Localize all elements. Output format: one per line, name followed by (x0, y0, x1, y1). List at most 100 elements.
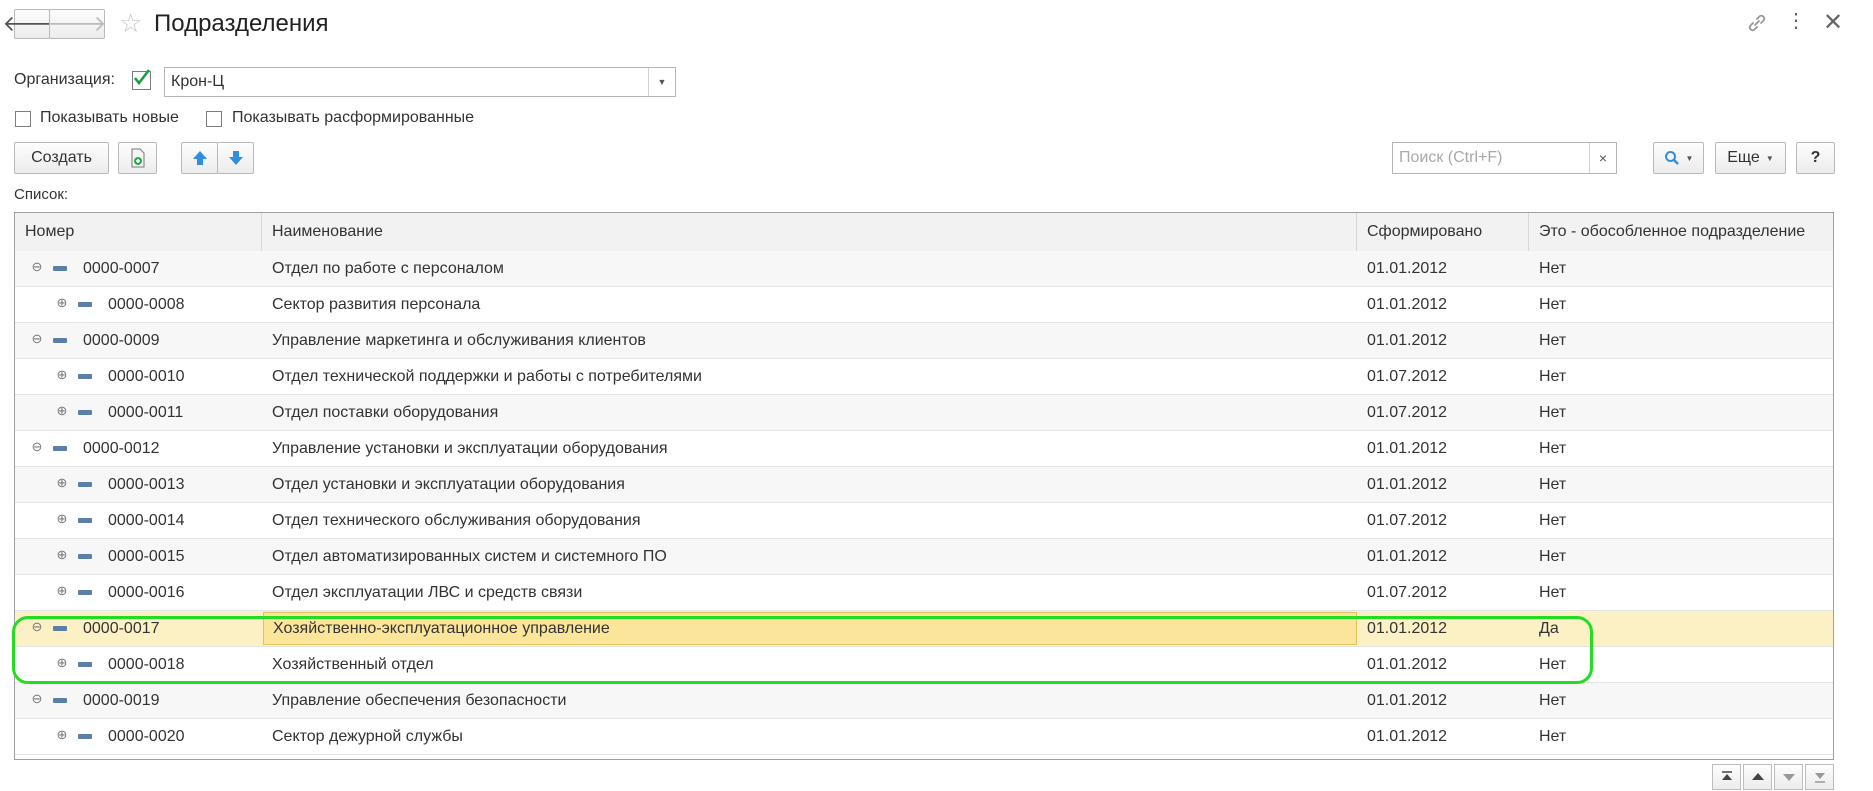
last-icon (1814, 773, 1825, 783)
first-row-button[interactable] (1712, 764, 1741, 790)
more-button[interactable]: Еще ▼ (1715, 142, 1786, 174)
table-row[interactable]: ⊕ 0000-0008 Сектор развития персонала 01.01… (15, 287, 1833, 323)
column-header-separate[interactable]: Это - обособленное подразделение (1529, 213, 1833, 251)
cell-name: Управление маркетинга и обслуживания кли… (272, 332, 646, 349)
department-icon (78, 410, 92, 415)
last-row-button[interactable] (1805, 764, 1834, 790)
expand-icon[interactable]: ⊕ (55, 296, 69, 310)
organization-field[interactable]: Крон-Ц ▼ (164, 67, 676, 97)
prev-row-button[interactable] (1743, 764, 1772, 790)
link-icon[interactable] (1744, 10, 1770, 36)
cell-number: 0000-0012 (83, 440, 160, 457)
department-icon (78, 554, 92, 559)
close-icon[interactable]: ✕ (1823, 8, 1843, 37)
search-input[interactable]: Поиск (Ctrl+F) × (1392, 142, 1617, 174)
search-icon (1664, 151, 1679, 165)
show-new-label: Показывать новые (40, 109, 179, 126)
back-button[interactable]: 🡐 (3, 9, 62, 39)
organization-value: Крон-Ц (171, 73, 225, 90)
move-up-button[interactable] (181, 142, 218, 174)
table-row[interactable]: ⊖ 0000-0012 Управление установки и эксплуа… (15, 431, 1833, 467)
cell-number: 0000-0015 (108, 548, 185, 565)
search-placeholder: Поиск (Ctrl+F) (1399, 149, 1503, 166)
create-button[interactable]: Создать (14, 142, 109, 174)
expand-icon[interactable]: ⊕ (55, 584, 69, 598)
table-row[interactable]: ⊖ 0000-0019 Управление обеспечения безопас… (15, 683, 1833, 719)
organization-dropdown-button[interactable]: ▼ (648, 68, 675, 96)
department-icon (53, 446, 67, 451)
cell-name: Сектор дежурной службы (272, 728, 463, 745)
cell-separate: Нет (1539, 476, 1567, 493)
organization-checkbox[interactable] (132, 69, 151, 90)
search-clear-button[interactable]: × (1589, 143, 1616, 173)
chevron-down-icon: ▼ (657, 77, 667, 87)
table-row[interactable]: ⊕ 0000-0015 Отдел автоматизированных систе… (15, 539, 1833, 575)
table-row[interactable]: ⊖ 0000-0007 Отдел по работе с персоналом 01… (15, 251, 1833, 287)
show-disbanded-checkbox[interactable] (206, 111, 222, 127)
search-options-button[interactable]: ▼ (1653, 142, 1704, 174)
cell-formed: 01.07.2012 (1367, 584, 1448, 601)
table-row[interactable]: ⊕ 0000-0014 Отдел технического обслуживани… (15, 503, 1833, 539)
organization-label: Организация: (14, 71, 115, 88)
expand-icon[interactable]: ⊕ (55, 548, 69, 562)
next-row-button[interactable] (1774, 764, 1803, 790)
cell-number: 0000-0011 (108, 404, 184, 421)
cell-name: Отдел поставки оборудования (272, 404, 499, 421)
move-down-button[interactable] (217, 142, 254, 174)
cell-name: Отдел установки и эксплуатации оборудова… (272, 476, 625, 493)
cell-formed: 01.01.2012 (1367, 728, 1448, 745)
forward-button[interactable]: 🡒 (47, 9, 107, 39)
expand-icon[interactable]: ⊕ (55, 368, 69, 382)
cell-number: 0000-0010 (108, 368, 185, 385)
table-row[interactable]: ⊕ 0000-0013 Отдел установки и эксплуатации… (15, 467, 1833, 503)
expand-icon[interactable]: ⊕ (55, 512, 69, 526)
cell-separate: Нет (1539, 368, 1567, 385)
cell-separate: Нет (1539, 296, 1567, 313)
favorite-star-icon[interactable]: ☆ (119, 8, 142, 39)
arrow-right-icon: 🡒 (47, 11, 107, 36)
cell-name: Управление установки и эксплуатации обор… (272, 440, 668, 457)
cell-name: Сектор развития персонала (272, 296, 481, 313)
collapse-icon[interactable]: ⊖ (30, 332, 44, 346)
vertical-dots-icon[interactable]: ⋮ (1786, 8, 1806, 33)
up-icon (1751, 773, 1764, 780)
department-icon (78, 518, 92, 523)
column-header-number[interactable]: Номер (15, 213, 262, 251)
department-icon (53, 698, 67, 703)
arrow-up-icon (192, 151, 207, 165)
cell-separate: Нет (1539, 584, 1567, 601)
table-row[interactable]: ⊕ 0000-0020 Сектор дежурной службы 01.01.20… (15, 719, 1833, 755)
expand-icon[interactable]: ⊕ (55, 476, 69, 490)
collapse-icon[interactable]: ⊖ (30, 440, 44, 454)
table-row[interactable]: ⊕ 0000-0016 Отдел эксплуатации ЛВС и средс… (15, 575, 1833, 611)
table-row[interactable]: ⊕ 0000-0010 Отдел технической поддержки и … (15, 359, 1833, 395)
cell-formed: 01.07.2012 (1367, 512, 1448, 529)
copy-document-button[interactable] (118, 142, 157, 174)
collapse-icon[interactable]: ⊖ (30, 692, 44, 706)
cell-separate: Нет (1539, 512, 1567, 529)
cell-separate: Нет (1539, 332, 1567, 349)
department-icon (53, 338, 67, 343)
cell-separate: Нет (1539, 440, 1567, 457)
show-new-checkbox[interactable] (15, 111, 31, 127)
page-title: Подразделения (154, 10, 329, 37)
cell-formed: 01.01.2012 (1367, 440, 1448, 457)
column-header-name[interactable]: Наименование (262, 213, 1357, 251)
table-row[interactable]: ⊕ 0000-0011 Отдел поставки оборудования 01.… (15, 395, 1833, 431)
help-button[interactable]: ? (1796, 142, 1835, 174)
cell-separate: Нет (1539, 404, 1567, 421)
collapse-icon[interactable]: ⊖ (30, 260, 44, 274)
cell-name: Отдел автоматизированных систем и систем… (272, 548, 667, 565)
cell-number: 0000-0016 (108, 584, 185, 601)
cell-name: Отдел технического обслуживания оборудов… (272, 512, 641, 529)
expand-icon[interactable]: ⊕ (55, 404, 69, 418)
add-document-icon (131, 148, 144, 168)
table-row[interactable]: ⊖ 0000-0009 Управление маркетинга и обслуж… (15, 323, 1833, 359)
cell-name: Отдел технической поддержки и работы с п… (272, 368, 702, 385)
column-header-formed[interactable]: Сформировано (1357, 213, 1529, 251)
arrow-down-icon (228, 151, 243, 165)
expand-icon[interactable]: ⊕ (55, 728, 69, 742)
highlight-outline (12, 616, 1593, 684)
cell-number: 0000-0014 (108, 512, 185, 529)
cell-formed: 01.01.2012 (1367, 548, 1448, 565)
